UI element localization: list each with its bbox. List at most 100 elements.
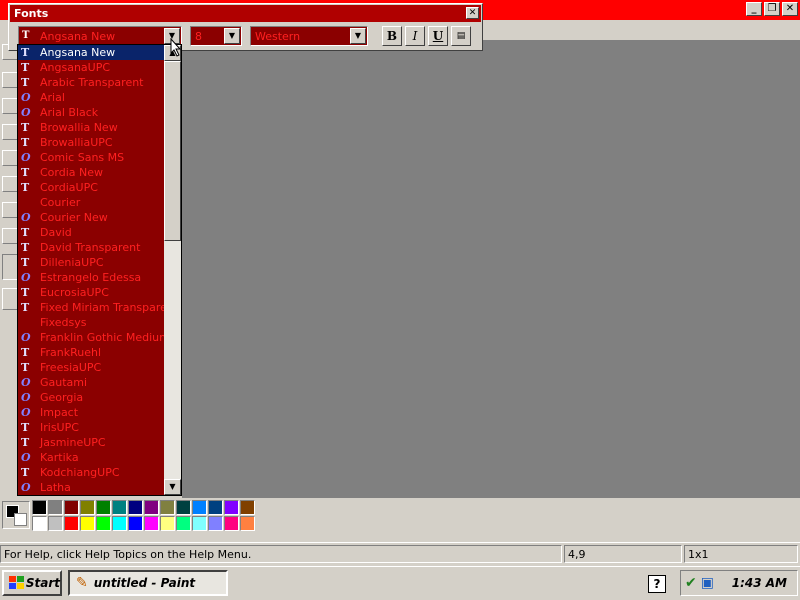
- font-list-item[interactable]: O Kartika: [18, 450, 164, 465]
- security-shield-icon[interactable]: ✔: [685, 575, 697, 591]
- font-name-combo[interactable]: T Angsana New ▼: [18, 26, 182, 46]
- maximize-button[interactable]: ❐: [764, 2, 780, 16]
- palette-swatch[interactable]: [176, 516, 191, 531]
- font-list-item[interactable]: T David Transparent: [18, 240, 164, 255]
- palette-swatch[interactable]: [192, 500, 207, 515]
- chevron-down-icon[interactable]: ▼: [350, 28, 366, 44]
- tool-options-box[interactable]: [2, 254, 18, 280]
- palette-swatch[interactable]: [64, 500, 79, 515]
- palette-swatch[interactable]: [160, 500, 175, 515]
- font-list-item[interactable]: T Angsana New: [18, 45, 164, 60]
- text-tool-options[interactable]: [2, 288, 18, 310]
- italic-button[interactable]: I: [405, 26, 425, 46]
- truetype-icon: T: [21, 436, 30, 449]
- airbrush-tool[interactable]: [2, 150, 18, 166]
- font-list-item[interactable]: T Arabic Transparent: [18, 75, 164, 90]
- font-list-item[interactable]: O Comic Sans MS: [18, 150, 164, 165]
- font-list-item[interactable]: T KodchiangUPC: [18, 465, 164, 480]
- font-list-item[interactable]: O Impact: [18, 405, 164, 420]
- pick-color-tool[interactable]: [2, 98, 18, 114]
- close-button[interactable]: ✕: [782, 2, 798, 16]
- font-list-item[interactable]: O Gautami: [18, 375, 164, 390]
- font-list-item[interactable]: O Estrangelo Edessa: [18, 270, 164, 285]
- font-list-item[interactable]: T IrisUPC: [18, 420, 164, 435]
- palette-swatch[interactable]: [240, 516, 255, 531]
- palette-swatch[interactable]: [128, 500, 143, 515]
- font-list-item[interactable]: T DilleniaUPC: [18, 255, 164, 270]
- drawing-canvas-area[interactable]: [182, 40, 800, 498]
- palette-swatch[interactable]: [240, 500, 255, 515]
- font-list-item[interactable]: O Arial: [18, 90, 164, 105]
- palette-swatch[interactable]: [96, 516, 111, 531]
- font-list-item[interactable]: T Cordia New: [18, 165, 164, 180]
- bold-button[interactable]: B: [382, 26, 402, 46]
- font-list-item[interactable]: T Fixed Miriam Transparent: [18, 300, 164, 315]
- palette-swatch[interactable]: [176, 500, 191, 515]
- font-list-item[interactable]: T BrowalliaUPC: [18, 135, 164, 150]
- font-list-item[interactable]: T AngsanaUPC: [18, 60, 164, 75]
- font-list-item[interactable]: O Courier New: [18, 210, 164, 225]
- fonts-close-button[interactable]: ✕: [466, 7, 479, 19]
- font-list-item[interactable]: O Latha: [18, 480, 164, 495]
- blank-icon: [21, 316, 35, 329]
- help-tray-icon[interactable]: ?: [648, 575, 666, 593]
- font-list-item-label: DilleniaUPC: [40, 256, 104, 269]
- font-list-item[interactable]: T JasmineUPC: [18, 435, 164, 450]
- chevron-down-icon[interactable]: ▼: [224, 28, 240, 44]
- font-script-combo[interactable]: Western ▼: [250, 26, 368, 46]
- vertical-text-button[interactable]: ▤: [451, 26, 471, 46]
- palette-swatch[interactable]: [48, 516, 63, 531]
- palette-swatch[interactable]: [192, 516, 207, 531]
- palette-swatch[interactable]: [144, 516, 159, 531]
- palette-swatch[interactable]: [208, 500, 223, 515]
- font-size-combo[interactable]: 8 ▼: [190, 26, 242, 46]
- font-list-item[interactable]: O Arial Black: [18, 105, 164, 120]
- font-list-item[interactable]: T EucrosiaUPC: [18, 285, 164, 300]
- palette-swatch[interactable]: [208, 516, 223, 531]
- scroll-thumb[interactable]: [164, 61, 181, 241]
- underline-button[interactable]: U: [428, 26, 448, 46]
- font-list-item[interactable]: T FrankRuehl: [18, 345, 164, 360]
- font-list-item-label: David Transparent: [40, 241, 141, 254]
- font-list-item[interactable]: T CordiaUPC: [18, 180, 164, 195]
- font-list-item[interactable]: O Georgia: [18, 390, 164, 405]
- font-list-item[interactable]: Courier: [18, 195, 164, 210]
- palette-swatch[interactable]: [224, 516, 239, 531]
- start-button[interactable]: Start: [2, 570, 62, 596]
- palette-swatch[interactable]: [64, 516, 79, 531]
- font-dropdown-list[interactable]: T Angsana New T AngsanaUPC T Arabic Transpare…: [17, 44, 182, 496]
- pencil-tool[interactable]: [2, 124, 18, 140]
- palette-swatch[interactable]: [112, 500, 127, 515]
- palette-swatch[interactable]: [80, 516, 95, 531]
- palette-swatch[interactable]: [80, 500, 95, 515]
- font-list-item[interactable]: T David: [18, 225, 164, 240]
- status-help-text: For Help, click Help Topics on the Help …: [0, 545, 562, 563]
- palette-swatch[interactable]: [128, 516, 143, 531]
- scroll-down-button[interactable]: ▼: [164, 479, 181, 495]
- palette-swatch[interactable]: [112, 516, 127, 531]
- minimize-button[interactable]: _: [746, 2, 762, 16]
- palette-swatch[interactable]: [32, 516, 47, 531]
- font-list-scrollbar[interactable]: ▲ ▼: [164, 45, 181, 495]
- font-list-item[interactable]: O Franklin Gothic Medium: [18, 330, 164, 345]
- font-list-item-label: Georgia: [40, 391, 84, 404]
- font-list-item-label: FreesiaUPC: [40, 361, 102, 374]
- eraser-tool[interactable]: [2, 72, 18, 88]
- ellipse-tool[interactable]: [2, 228, 18, 244]
- font-list-item[interactable]: T FreesiaUPC: [18, 360, 164, 375]
- fonts-titlebar[interactable]: Fonts ✕: [10, 5, 481, 22]
- tray-clock[interactable]: 1:43 AM: [732, 576, 787, 590]
- opentype-icon: O: [21, 481, 31, 494]
- palette-swatch[interactable]: [144, 500, 159, 515]
- palette-swatch[interactable]: [96, 500, 111, 515]
- network-icon[interactable]: ▣: [701, 575, 714, 591]
- font-list-item[interactable]: Fixedsys: [18, 315, 164, 330]
- palette-swatch[interactable]: [48, 500, 63, 515]
- rectangle-tool[interactable]: [2, 202, 18, 218]
- font-list-item[interactable]: T Browallia New: [18, 120, 164, 135]
- line-tool[interactable]: [2, 176, 18, 192]
- palette-swatch[interactable]: [160, 516, 175, 531]
- palette-swatch[interactable]: [224, 500, 239, 515]
- taskbar-paint-button[interactable]: ✎ untitled - Paint: [68, 570, 228, 596]
- palette-swatch[interactable]: [32, 500, 47, 515]
